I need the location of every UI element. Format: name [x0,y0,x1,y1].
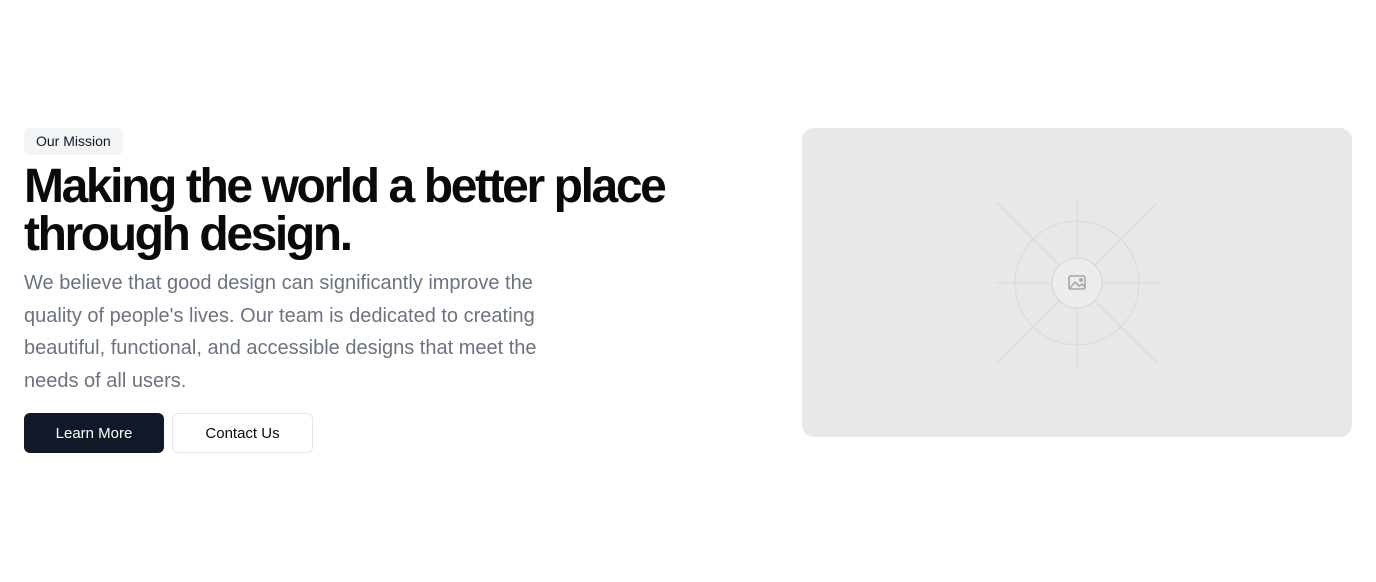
learn-more-button[interactable]: Learn More [24,413,164,453]
hero-content: Our Mission Making the world a better pl… [24,128,744,453]
headline-line-2: through design. [24,208,353,261]
headline-line-1: Making the world a better place [24,160,667,213]
mission-badge: Our Mission [24,128,123,155]
hero-image-placeholder [802,128,1352,437]
hero-description: We believe that good design can signific… [24,272,537,392]
hero-section: Our Mission Making the world a better pl… [0,0,1376,582]
hero-headline: Making the world a better place through … [24,163,724,259]
contact-us-button[interactable]: Contact Us [172,413,313,453]
hero-actions: Learn More Contact Us [24,413,744,453]
placeholder-graphic [996,198,1160,368]
